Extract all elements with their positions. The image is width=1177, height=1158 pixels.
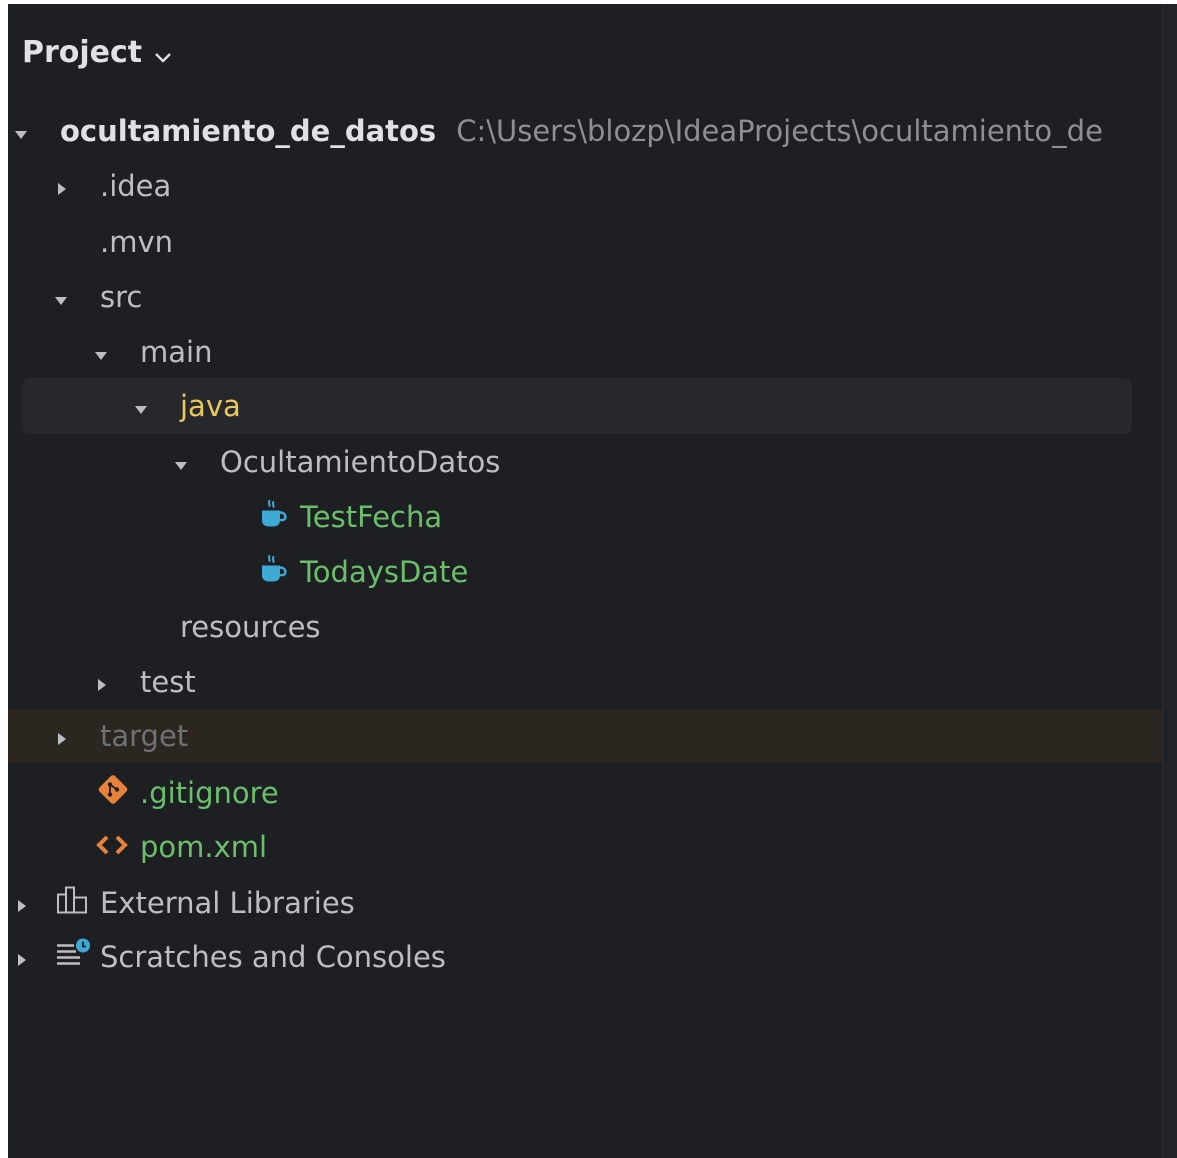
node-label: main xyxy=(140,335,213,369)
node-label: src xyxy=(100,280,143,314)
node-label: target xyxy=(100,719,189,753)
vertical-scrollbar[interactable] xyxy=(1162,4,1177,1158)
node-label: TodaysDate xyxy=(300,555,469,589)
expanded-arrow-icon[interactable] xyxy=(54,280,68,314)
node-label: .mvn xyxy=(100,225,174,259)
expanded-arrow-icon[interactable] xyxy=(174,445,188,479)
node-label: TestFecha xyxy=(300,500,443,534)
node-label: resources xyxy=(180,610,321,644)
tree-node-class-testfecha[interactable]: TestFecha xyxy=(8,490,1162,544)
tree-node-external-libraries[interactable]: External Libraries xyxy=(8,876,1162,930)
tree-node-java[interactable]: java xyxy=(8,379,1162,433)
node-label: .gitignore xyxy=(140,776,279,810)
tree-node-class-todaysdate[interactable]: TodaysDate xyxy=(8,545,1162,599)
collapsed-arrow-icon[interactable] xyxy=(16,940,28,974)
node-label: test xyxy=(140,665,196,699)
collapsed-arrow-icon[interactable] xyxy=(56,719,68,753)
node-label: java xyxy=(180,389,241,423)
tree-node-main[interactable]: main xyxy=(8,325,1162,379)
tree-node-mvn[interactable]: .mvn xyxy=(8,215,1162,269)
tree-node-target[interactable]: target xyxy=(8,709,1162,763)
scratches-icon xyxy=(54,938,94,977)
tree-node-test[interactable]: test xyxy=(8,655,1162,709)
xml-icon xyxy=(96,830,128,864)
node-label: .idea xyxy=(100,169,172,203)
java-class-icon xyxy=(258,554,288,591)
node-label: External Libraries xyxy=(100,886,355,920)
tree-node-scratches[interactable]: Scratches and Consoles xyxy=(8,930,1162,984)
root-node-label: ocultamiento_de_datos C:\Users\blozp\Idea… xyxy=(60,114,1103,148)
project-tool-window: Project ocultamiento_de_datos C:\Users\bl… xyxy=(8,4,1177,1158)
collapsed-arrow-icon[interactable] xyxy=(96,665,108,699)
collapsed-arrow-icon[interactable] xyxy=(56,169,68,203)
node-label: OcultamientoDatos xyxy=(220,445,501,479)
tree-node-src[interactable]: src xyxy=(8,270,1162,324)
node-label: pom.xml xyxy=(140,830,268,864)
project-path: C:\Users\blozp\IdeaProjects\ocultamiento… xyxy=(456,114,1103,148)
panel-title: Project xyxy=(22,34,143,70)
project-name: ocultamiento_de_datos xyxy=(60,114,437,148)
chevron-down-icon xyxy=(154,37,172,72)
node-label: Scratches and Consoles xyxy=(100,940,446,974)
tree-node-idea[interactable]: .idea xyxy=(8,159,1162,213)
collapsed-arrow-icon[interactable] xyxy=(16,886,28,920)
tree-node-root[interactable]: ocultamiento_de_datos C:\Users\blozp\Idea… xyxy=(8,104,1162,158)
git-icon xyxy=(96,773,130,814)
project-view-selector[interactable]: Project xyxy=(22,32,172,72)
java-class-icon xyxy=(258,499,288,536)
libraries-icon xyxy=(56,885,90,922)
tree-node-pom[interactable]: pom.xml xyxy=(8,820,1162,874)
tree-node-resources[interactable]: resources xyxy=(8,600,1162,654)
tree-node-gitignore[interactable]: .gitignore xyxy=(8,766,1162,820)
expanded-arrow-icon[interactable] xyxy=(94,335,108,369)
expanded-arrow-icon[interactable] xyxy=(134,389,148,423)
tree-node-package[interactable]: OcultamientoDatos xyxy=(8,435,1162,489)
expanded-arrow-icon[interactable] xyxy=(14,114,28,148)
